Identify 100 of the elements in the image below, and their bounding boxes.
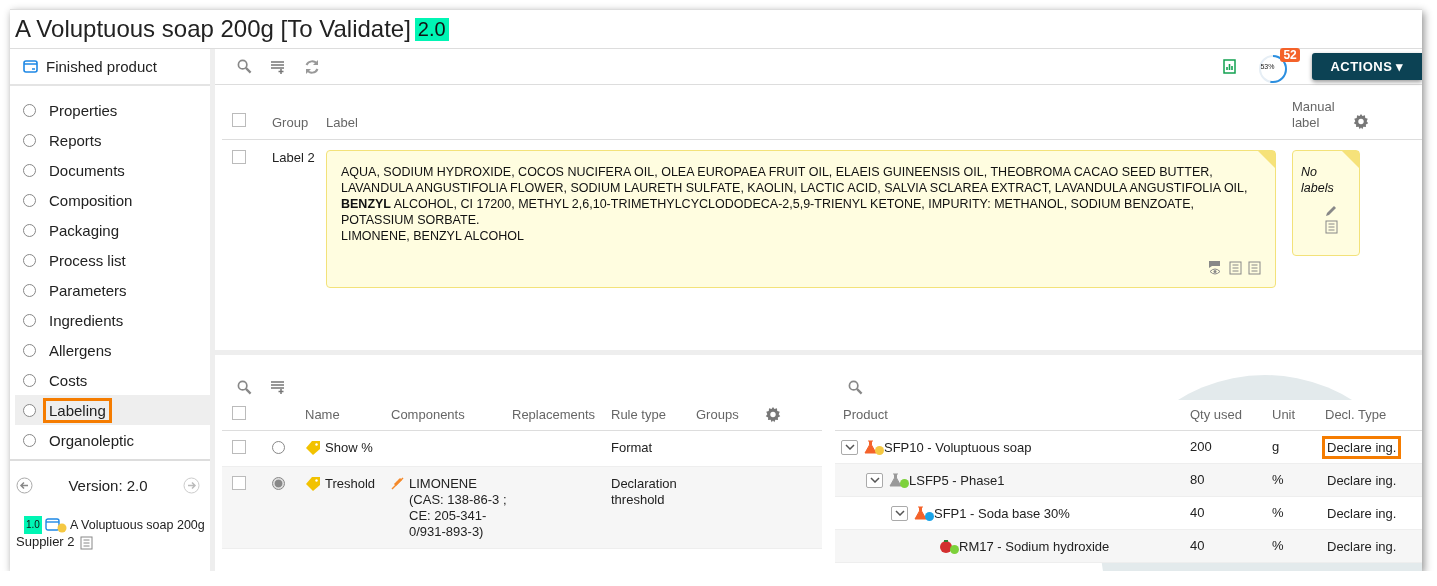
row-radio[interactable]: [272, 477, 285, 490]
label-text: LIMONENE, BENZYL ALCOHOL: [341, 228, 525, 244]
column-header: Qty used: [1190, 407, 1243, 422]
column-header: Group: [272, 115, 309, 130]
group-cell: Label 2: [272, 150, 315, 165]
unit-cell-text: %: [1272, 538, 1285, 554]
label-text: AQUA, SODIUM HYDROXIDE, COCOS NUCIFERA OIL, OLEA EUROPAEA FRUIT OIL, ELAEIS GUINEENSIS OIL, THEOBROMA CACAO SEED BUTTER, LAVANDULA ANGUSTIFOLIA FLOWER, SODIUM LAURETH SULFATE, KAOLIN, LACTIC ACID, SALVIA SCLAREA EXTRACT, LAVANDULA ANGUSTIFOLIA OIL, BENZYL ALCOHOL, CI 17200, METHYL 2,6,10-TRIMETHYLCYCLODODECA-2,5,9-TRIENYL KETONE, IMPURITY: METHANOL, SODIUM BENZOATE, POTASSIUM SORBATE.: [341, 164, 1249, 228]
nav-item[interactable]: Packaging: [15, 215, 210, 245]
tag-icon: [305, 440, 320, 455]
wheat-icon: [391, 476, 405, 490]
settings-icon[interactable]: [1352, 113, 1370, 131]
expand-toggle[interactable]: [891, 505, 908, 521]
expand-toggle[interactable]: [866, 472, 883, 488]
column-header: Components: [391, 407, 465, 422]
row-radio[interactable]: [272, 441, 285, 454]
row-checkbox[interactable]: [232, 440, 246, 454]
column-header: Label: [326, 115, 358, 130]
preview-icon[interactable]: [1207, 260, 1223, 275]
nav-label: Organoleptic: [48, 430, 136, 450]
select-all-checkbox[interactable]: [232, 406, 246, 420]
column-header: Rule type: [611, 407, 666, 422]
rule-name: Show %: [325, 440, 373, 455]
column-header: Product: [843, 407, 888, 422]
decl-type-cell-text: Declare ing.: [1326, 472, 1398, 489]
nav-item[interactable]: Properties: [15, 95, 210, 125]
product-link[interactable]: A Voluptuous soap 200g: [69, 517, 205, 533]
nav-item[interactable]: Ingredients: [15, 305, 210, 335]
previous-icon[interactable]: [16, 477, 33, 494]
nav-label: Ingredients: [48, 310, 125, 330]
sidebar-header: Finished product: [46, 58, 157, 75]
product-name: SFP1 - Soda base 30%: [934, 505, 1070, 521]
nav-item[interactable]: Parameters: [15, 275, 210, 305]
nav-item[interactable]: Allergens: [15, 335, 210, 365]
flask-icon: [864, 439, 884, 455]
column-header: Groups: [696, 407, 739, 422]
row-checkbox[interactable]: [232, 476, 246, 490]
search-icon[interactable]: [237, 380, 252, 395]
product-name: LSFP5 - Phase1: [909, 472, 1005, 488]
search-icon[interactable]: [848, 380, 863, 395]
spreadsheet-icon[interactable]: [1223, 59, 1237, 74]
nav-item[interactable]: Labeling: [15, 395, 210, 425]
rule-type-cell-text: Declaration threshold: [611, 476, 678, 508]
rule-type-cell-text: Format: [611, 440, 654, 456]
product-icon: [44, 517, 67, 533]
nav-label: Labeling: [46, 400, 109, 420]
nav-label: Packaging: [48, 220, 121, 240]
copy-icon[interactable]: [79, 534, 93, 550]
pencil-icon[interactable]: [1324, 204, 1338, 218]
decl-type-cell-text: Declare ing.: [1326, 538, 1398, 555]
nav-item[interactable]: Composition: [15, 185, 210, 215]
chevron-icon: [894, 510, 905, 516]
version-label: Version: 2.0: [68, 477, 148, 494]
add-list-icon[interactable]: [270, 380, 286, 394]
decl-type-cell-text: Declare ing.: [1326, 505, 1398, 522]
next-icon[interactable]: [183, 477, 200, 494]
decl-type-cell: Declare ing.: [1325, 439, 1399, 456]
qty-cell-text: 80: [1190, 472, 1206, 488]
nav-label: Composition: [48, 190, 134, 210]
settings-icon[interactable]: [764, 406, 782, 424]
search-icon[interactable]: [237, 59, 252, 74]
unit-cell-text: %: [1272, 472, 1285, 488]
chevron-icon: [844, 444, 855, 450]
qty-cell-text: 40: [1190, 505, 1206, 521]
unit-cell-text: g: [1272, 439, 1281, 455]
product-icon: [23, 60, 38, 73]
actions-button[interactable]: ACTIONS ▾: [1312, 53, 1422, 80]
nav-label: Properties: [48, 100, 119, 120]
count-badge: 52: [1280, 47, 1300, 62]
nav-item[interactable]: Costs: [15, 365, 210, 395]
column-header: Unit: [1272, 407, 1296, 422]
nav-item[interactable]: Process list: [15, 245, 210, 275]
add-list-icon[interactable]: [270, 59, 286, 74]
copy-icon[interactable]: [1248, 260, 1261, 275]
row-checkbox[interactable]: [232, 150, 246, 164]
nav-label: Documents: [48, 160, 126, 180]
tomato-icon: [939, 538, 959, 554]
supplier-name: Supplier 2: [16, 534, 75, 550]
clipboard-icon[interactable]: [1229, 260, 1242, 275]
nav-label: Costs: [48, 370, 89, 390]
select-all-checkbox[interactable]: [232, 113, 246, 127]
refresh-icon[interactable]: [304, 58, 320, 75]
rule-name: Treshold: [325, 476, 376, 491]
unit-cell-text: %: [1272, 505, 1285, 521]
version-badge: 2.0: [414, 17, 449, 41]
component-cell-text: LIMONENE (CAS: 138-86-3 ; CE: 205-341-0/931-893-3): [409, 476, 508, 540]
column-header: Name: [305, 407, 340, 422]
expand-toggle[interactable]: [841, 439, 858, 455]
product-name: SFP10 - Voluptuous soap: [884, 439, 1032, 455]
nav-label: Allergens: [48, 340, 113, 360]
chevron-icon: [869, 477, 880, 483]
nav-item[interactable]: Organoleptic: [15, 425, 210, 455]
column-header: Replacements: [512, 407, 596, 422]
nav-label: Parameters: [48, 280, 128, 300]
copy-icon[interactable]: [1324, 219, 1338, 234]
nav-label: Reports: [48, 130, 103, 150]
product-name: RM17 - Sodium hydroxide: [959, 538, 1110, 554]
column-header: Decl. Type: [1325, 407, 1387, 422]
nav-item[interactable]: Reports: [15, 125, 210, 155]
version-badge: 1.0: [24, 516, 42, 534]
nav-item[interactable]: Documents: [15, 155, 210, 185]
